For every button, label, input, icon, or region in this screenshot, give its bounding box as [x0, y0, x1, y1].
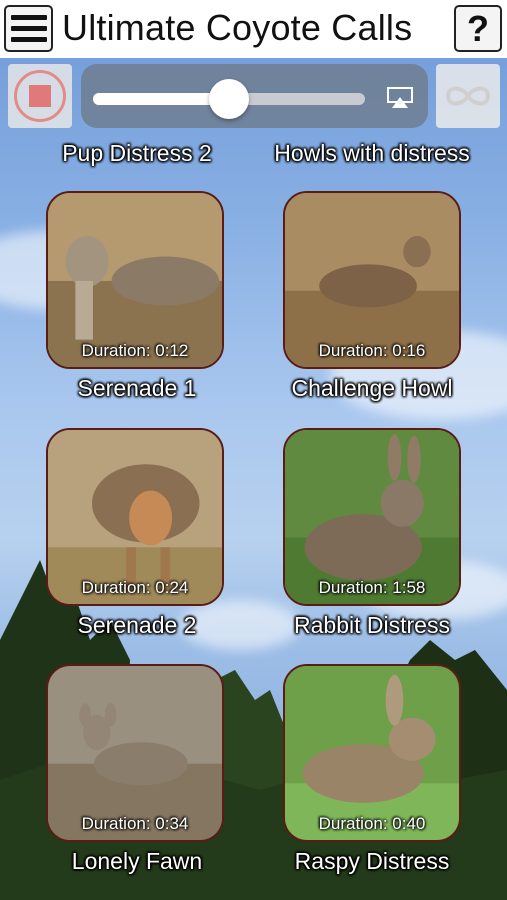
call-card-serenade-1[interactable]: Duration: 0:12: [46, 191, 224, 369]
airplay-icon[interactable]: [387, 87, 413, 109]
call-name[interactable]: Serenade 2: [78, 612, 197, 639]
help-button[interactable]: ?: [454, 5, 502, 52]
call-name[interactable]: Lonely Fawn: [72, 848, 202, 875]
call-card-challenge-howl[interactable]: Duration: 0:16: [283, 191, 461, 369]
call-card-rabbit-distress[interactable]: Duration: 1:58: [283, 428, 461, 606]
call-duration: Duration: 0:12: [81, 341, 189, 360]
call-duration: Duration: 0:24: [81, 578, 189, 597]
hamburger-icon-bar: [10, 26, 47, 31]
call-label-pup-distress-2[interactable]: Pup Distress 2: [62, 140, 212, 167]
loop-button[interactable]: [436, 64, 500, 128]
call-name[interactable]: Rabbit Distress: [294, 612, 450, 639]
menu-button[interactable]: [4, 5, 53, 52]
call-duration: Duration: 0:34: [81, 814, 189, 833]
infinity-icon: [445, 86, 491, 106]
call-duration: Duration: 0:16: [318, 341, 426, 360]
stop-button[interactable]: [8, 64, 72, 128]
call-card-raspy-distress[interactable]: Duration: 0:40: [283, 664, 461, 842]
call-card-serenade-2[interactable]: Duration: 0:24: [46, 428, 224, 606]
stop-icon-square: [29, 85, 51, 107]
call-name[interactable]: Raspy Distress: [295, 848, 450, 875]
call-duration: Duration: 1:58: [318, 578, 426, 597]
playback-controls: [0, 58, 507, 138]
call-name[interactable]: Serenade 1: [78, 375, 197, 402]
call-label-howls-with-distress[interactable]: Howls with distress: [274, 140, 470, 167]
hamburger-icon-bar: [10, 37, 47, 42]
call-name[interactable]: Challenge Howl: [291, 375, 452, 402]
call-duration: Duration: 0:40: [318, 814, 426, 833]
stop-icon: [14, 70, 66, 122]
call-card-lonely-fawn[interactable]: Duration: 0:34: [46, 664, 224, 842]
app-title: Ultimate Coyote Calls: [62, 7, 413, 48]
top-bar: Ultimate Coyote Calls ?: [0, 0, 507, 58]
volume-panel: [81, 64, 428, 128]
hamburger-icon: [10, 15, 47, 20]
volume-slider-thumb[interactable]: [209, 79, 249, 119]
